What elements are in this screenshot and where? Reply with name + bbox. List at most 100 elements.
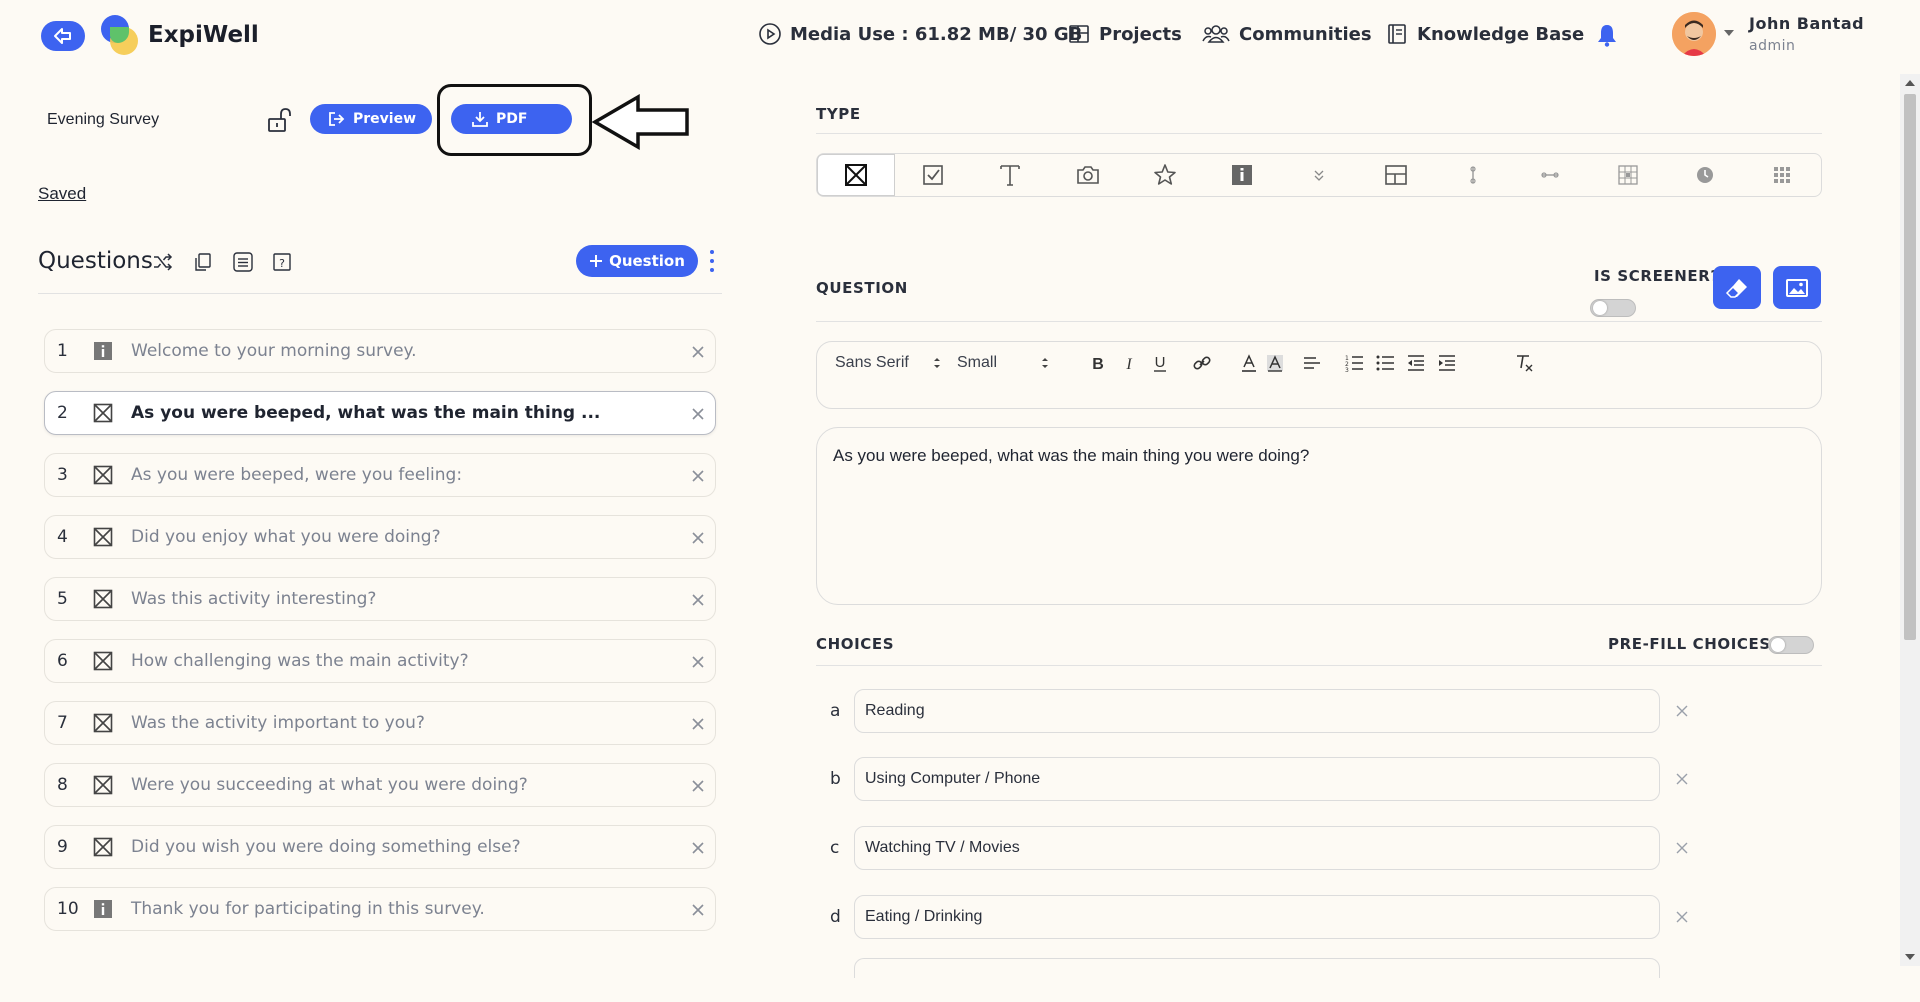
question-item[interactable]: 1 Welcome to your morning survey. (44, 329, 716, 373)
screener-toggle[interactable] (1590, 299, 1636, 317)
help-icon[interactable]: ? (271, 251, 293, 273)
type-dropdown[interactable] (1281, 154, 1358, 196)
chevron-down-icon[interactable] (1724, 30, 1734, 36)
type-multiple-choice[interactable] (817, 154, 896, 196)
clear-format-icon[interactable] (1513, 352, 1535, 374)
type-time[interactable] (1667, 154, 1744, 196)
back-button[interactable] (41, 21, 85, 51)
questions-title: Questions (38, 248, 153, 274)
list-icon[interactable] (232, 251, 254, 273)
add-question-button[interactable]: Question (576, 245, 698, 277)
choice-input-partial[interactable] (854, 958, 1660, 978)
question-item[interactable]: 2 As you were beeped, what was the main t… (44, 391, 716, 435)
question-number: 5 (57, 589, 68, 609)
close-icon[interactable] (1676, 842, 1688, 854)
avatar[interactable] (1672, 12, 1716, 56)
close-icon[interactable] (1676, 911, 1688, 923)
align-left-icon[interactable] (1301, 352, 1323, 374)
people-icon (1202, 25, 1230, 43)
back-arrow-icon (54, 28, 71, 44)
nav-communities[interactable]: Communities (1201, 22, 1372, 46)
question-item[interactable]: 7 Was the activity important to you? (44, 701, 716, 745)
close-icon[interactable] (691, 840, 705, 854)
close-icon[interactable] (691, 530, 705, 544)
type-rating[interactable] (1127, 154, 1204, 196)
nav-knowledge-base-label: Knowledge Base (1417, 23, 1585, 45)
type-horizontal-slider[interactable] (1512, 154, 1589, 196)
type-photo[interactable] (1049, 154, 1126, 196)
close-icon[interactable] (691, 654, 705, 668)
more-options-icon[interactable] (709, 250, 715, 272)
boxed-x-icon (93, 713, 113, 733)
question-item[interactable]: 6 How challenging was the main activity? (44, 639, 716, 683)
question-item[interactable]: 8 Were you succeeding at what you were do… (44, 763, 716, 807)
question-item[interactable]: 4 Did you enjoy what you were doing? (44, 515, 716, 559)
bell-icon[interactable] (1596, 23, 1618, 47)
copy-icon[interactable] (192, 251, 214, 273)
scroll-down-icon[interactable] (1905, 954, 1915, 960)
nav-projects[interactable]: Projects (1067, 22, 1182, 46)
type-checkbox[interactable] (895, 154, 972, 196)
text-color-icon[interactable] (1238, 352, 1260, 374)
annotation-highlight-box (437, 84, 592, 156)
close-icon[interactable] (691, 344, 705, 358)
font-size-select[interactable]: Small (957, 354, 997, 372)
scroll-up-icon[interactable] (1905, 80, 1915, 86)
rich-text-toolbar: Sans Serif Small B I U 123 (816, 341, 1822, 409)
type-vertical-slider[interactable] (1435, 154, 1512, 196)
brand-logo (101, 15, 141, 55)
vertical-slider-icon (1470, 166, 1476, 184)
link-icon[interactable] (1191, 352, 1213, 374)
question-item[interactable]: 5 Was this activity interesting? (44, 577, 716, 621)
question-number: 2 (57, 403, 68, 423)
close-icon[interactable] (691, 468, 705, 482)
question-item[interactable]: 10 Thank you for participating in this su… (44, 887, 716, 931)
boxed-x-icon (93, 651, 113, 671)
choice-row: b Using Computer / Phone (816, 757, 1696, 801)
choice-letter: a (830, 701, 841, 721)
choice-input[interactable]: Watching TV / Movies (854, 826, 1660, 870)
eraser-button[interactable] (1713, 266, 1761, 309)
shuffle-icon[interactable] (152, 251, 174, 273)
question-text: Did you enjoy what you were doing? (131, 527, 441, 547)
question-item[interactable]: 3 As you were beeped, were you feeling: (44, 453, 716, 497)
question-text-editor[interactable]: As you were beeped, what was the main th… (816, 427, 1822, 605)
scrollbar[interactable] (1900, 74, 1920, 966)
close-icon[interactable] (691, 406, 705, 420)
outdent-icon[interactable] (1405, 352, 1427, 374)
unlock-icon[interactable] (266, 107, 292, 133)
type-info[interactable] (1204, 154, 1281, 196)
choice-input[interactable]: Using Computer / Phone (854, 757, 1660, 801)
user-name: John Bantad (1749, 14, 1865, 33)
prefill-toggle[interactable] (1768, 636, 1814, 654)
close-icon[interactable] (691, 778, 705, 792)
italic-icon[interactable]: I (1118, 352, 1140, 374)
choice-input[interactable]: Eating / Drinking (854, 895, 1660, 939)
plus-icon (590, 255, 603, 267)
screener-label: IS SCREENER? (1594, 267, 1720, 285)
nav-knowledge-base[interactable]: Knowledge Base (1385, 22, 1584, 46)
highlight-color-icon[interactable] (1264, 352, 1286, 374)
preview-button[interactable]: Preview (310, 104, 432, 134)
font-family-select[interactable]: Sans Serif (835, 354, 909, 372)
underline-icon[interactable]: U (1149, 352, 1171, 374)
scroll-thumb[interactable] (1904, 94, 1916, 640)
close-icon[interactable] (691, 716, 705, 730)
ordered-list-icon[interactable]: 123 (1343, 352, 1365, 374)
survey-name[interactable]: Evening Survey (47, 111, 159, 129)
close-icon[interactable] (691, 592, 705, 606)
type-matrix[interactable] (1744, 154, 1821, 196)
choice-input[interactable]: Reading (854, 689, 1660, 733)
bullet-list-icon[interactable] (1374, 352, 1396, 374)
type-grid[interactable] (1590, 154, 1667, 196)
question-item[interactable]: 9 Did you wish you were doing something e… (44, 825, 716, 869)
close-icon[interactable] (691, 902, 705, 916)
type-layout[interactable] (1358, 154, 1435, 196)
select-arrows-icon (1042, 358, 1048, 368)
bold-icon[interactable]: B (1087, 352, 1109, 374)
close-icon[interactable] (1676, 705, 1688, 717)
type-text[interactable] (972, 154, 1049, 196)
indent-icon[interactable] (1436, 352, 1458, 374)
close-icon[interactable] (1676, 773, 1688, 785)
image-button[interactable] (1773, 266, 1821, 309)
